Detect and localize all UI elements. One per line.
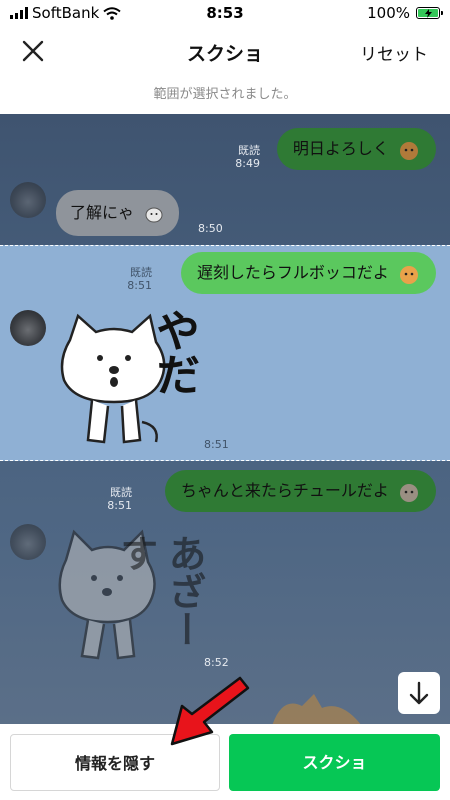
cat-emoji-icon	[145, 207, 163, 222]
selection-status: 範囲が選択されました。	[0, 76, 450, 114]
message-bubble: 明日よろしく	[276, 128, 436, 170]
message-time: 8:52	[204, 656, 229, 669]
message-time: 8:51	[204, 438, 229, 451]
message-text: 了解にゃ	[70, 203, 135, 222]
hamster-emoji-icon	[400, 265, 418, 284]
scroll-down-button[interactable]	[398, 672, 440, 714]
dog-emoji-icon	[400, 141, 418, 160]
message-meta: 既読 8:51	[107, 486, 132, 512]
close-icon[interactable]	[20, 38, 46, 64]
action-bar: 情報を隠す スクショ	[0, 724, 450, 800]
sticker-handwriting: あざーす	[114, 534, 206, 648]
hide-info-button[interactable]: 情報を隠す	[10, 734, 220, 791]
battery-icon	[416, 7, 443, 19]
message-time: 8:49	[235, 157, 260, 170]
cat-face-emoji-icon	[400, 483, 418, 502]
avatar[interactable]	[10, 524, 46, 560]
message-bubble: ちゃんと来たらチュールだよ	[164, 470, 436, 512]
message-meta: 既読 8:51	[127, 266, 152, 292]
sticker-handwriting: やだ	[148, 308, 199, 396]
next-sticker-preview	[272, 694, 361, 724]
message-text: 遅刻したらフルボッコだよ	[196, 263, 389, 282]
read-receipt: 既読	[238, 144, 260, 157]
reset-button[interactable]: リセット	[360, 40, 428, 65]
read-receipt: 既読	[110, 486, 132, 499]
message-meta: 既読 8:49	[235, 144, 260, 170]
message-bubble: 了解にゃ	[56, 190, 180, 236]
battery-percent: 100%	[367, 4, 410, 22]
status-bar: SoftBank 8:53 100%	[0, 0, 450, 26]
message-time: 8:50	[198, 222, 223, 235]
message-time: 8:51	[107, 499, 132, 512]
message-time: 8:51	[127, 279, 152, 292]
avatar[interactable]	[10, 182, 46, 218]
avatar[interactable]	[10, 310, 46, 346]
chat-area[interactable]: 既読 8:49 明日よろしく 了解にゃ 8:50 既読 8:51 遅刻したらフル…	[0, 114, 450, 724]
message-text: ちゃんと来たらチュールだよ	[180, 481, 389, 500]
screenshot-button[interactable]: スクショ	[229, 734, 440, 791]
screenshot-header: スクショ リセット	[0, 26, 450, 76]
message-bubble: 遅刻したらフルボッコだよ	[180, 252, 436, 294]
arrow-down-icon	[409, 681, 429, 705]
read-receipt: 既読	[130, 266, 152, 279]
battery-group: 100%	[367, 4, 443, 22]
message-text: 明日よろしく	[292, 139, 389, 158]
